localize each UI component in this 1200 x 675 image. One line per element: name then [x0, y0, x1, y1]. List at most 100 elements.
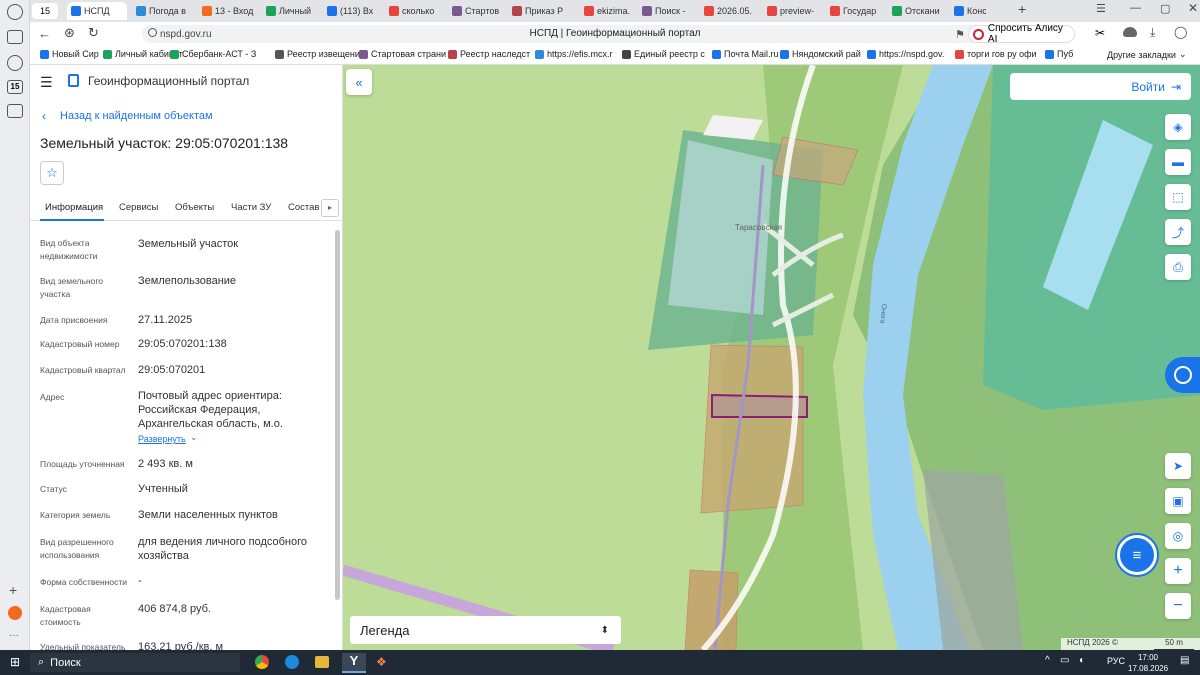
- tab-label: Личный: [279, 6, 312, 16]
- back-arrow-icon[interactable]: ←: [38, 26, 51, 41]
- tray-chevron-icon[interactable]: ^: [1045, 655, 1050, 666]
- measure-button[interactable]: ▬: [1165, 149, 1191, 175]
- bookmark-7[interactable]: Единый реестр с: [622, 49, 705, 59]
- taskbar-search[interactable]: ⌕ Поиск: [30, 653, 240, 672]
- search-location-button[interactable]: ◎: [1165, 523, 1191, 549]
- clock[interactable]: 17:00 17.08.2026: [1128, 652, 1168, 674]
- maximize-icon[interactable]: ▢: [1160, 2, 1170, 15]
- widget-tab[interactable]: [1165, 357, 1200, 393]
- tab-parts[interactable]: Части ЗУ: [231, 202, 271, 213]
- close-icon[interactable]: ✕: [1188, 1, 1198, 15]
- tab-0[interactable]: НСПД: [67, 2, 127, 20]
- locate-button[interactable]: ➤: [1165, 453, 1191, 479]
- window-menu-icon[interactable]: ☰: [1096, 2, 1106, 15]
- download-icon[interactable]: ⤓: [1150, 25, 1155, 40]
- browser-sidebar: 15 + ···: [0, 0, 30, 650]
- tab-4[interactable]: (113) Вх: [323, 2, 379, 20]
- bookmark-10[interactable]: https://nspd.gov.: [867, 49, 944, 59]
- legend-dropdown[interactable]: Легенда ⬍: [350, 616, 621, 644]
- tab-14[interactable]: Консоль: [950, 2, 986, 20]
- tab-services[interactable]: Сервисы: [119, 202, 158, 213]
- vpn-icon[interactable]: [1123, 27, 1137, 37]
- minimize-icon[interactable]: —: [1130, 2, 1141, 14]
- alice-icon: [973, 28, 984, 40]
- collections-icon[interactable]: [7, 30, 23, 44]
- reload-icon[interactable]: ↻: [88, 25, 99, 41]
- tab-7[interactable]: Приказ Р: [508, 2, 574, 20]
- back-link[interactable]: Назад к найденным объектам: [60, 110, 213, 122]
- language-indicator[interactable]: РУС: [1107, 656, 1125, 666]
- bookmark-2[interactable]: Сбербанк-АСТ - З: [170, 49, 256, 59]
- chat-button[interactable]: ≡: [1117, 535, 1157, 575]
- zoom-out-button[interactable]: −: [1165, 593, 1191, 619]
- bookmark-icon[interactable]: ⚑: [955, 28, 965, 41]
- bookmark-5[interactable]: Реестр наследст: [448, 49, 530, 59]
- tab-11[interactable]: preview-: [763, 2, 819, 20]
- tab-info[interactable]: Информация: [45, 202, 103, 213]
- collapse-panel-button[interactable]: «: [346, 69, 372, 95]
- tab-9[interactable]: Поиск -: [638, 2, 694, 20]
- tab-8[interactable]: ekizima.: [580, 2, 632, 20]
- tabs-counter-icon[interactable]: 15: [7, 80, 23, 94]
- tab-2[interactable]: 13 - Вход: [198, 2, 258, 20]
- tab-counter[interactable]: 15: [32, 3, 58, 19]
- tabs-scroll-right-icon[interactable]: ▸: [321, 199, 339, 217]
- select-area-button[interactable]: ⬚: [1165, 184, 1191, 210]
- tab-10[interactable]: 2026.05.: [700, 2, 756, 20]
- tab-6[interactable]: Стартов: [448, 2, 504, 20]
- alice-icon[interactable]: [8, 606, 22, 620]
- play-icon[interactable]: [7, 55, 23, 71]
- app-icon[interactable]: ❖: [376, 655, 387, 669]
- bookmark-8[interactable]: Почта Mail.ru: [712, 49, 779, 59]
- bookmark-12[interactable]: Пуб: [1045, 49, 1073, 59]
- field-label: Статус: [40, 484, 67, 494]
- extensions-icon[interactable]: ✂: [1095, 26, 1105, 40]
- favorite-button[interactable]: ☆: [40, 161, 64, 185]
- explorer-icon[interactable]: [315, 656, 329, 668]
- tab-12[interactable]: Государ: [826, 2, 882, 20]
- menu-icon[interactable]: ☰: [40, 74, 53, 91]
- bookmark-3[interactable]: Реестр извещени: [275, 49, 360, 59]
- chrome-icon[interactable]: [255, 655, 269, 669]
- ruler-icon: ▬: [1172, 155, 1184, 169]
- zoom-in-button[interactable]: +: [1165, 558, 1191, 584]
- tab-13[interactable]: Отскани: [888, 2, 944, 20]
- field-label: Удельный показатель: [40, 642, 126, 650]
- history-icon[interactable]: [7, 4, 23, 20]
- site-info-icon[interactable]: [148, 28, 157, 37]
- yandex-browser-icon[interactable]: Y: [342, 653, 366, 673]
- yandex-icon[interactable]: ⊛: [64, 25, 75, 41]
- tab-5[interactable]: сколько: [385, 2, 441, 20]
- bookmark-4[interactable]: Стартовая страни: [359, 49, 446, 59]
- tab-1[interactable]: Погода в: [132, 2, 192, 20]
- alice-button[interactable]: Спросить Алису AI: [968, 23, 1075, 45]
- share-button[interactable]: ⤴: [1165, 219, 1191, 245]
- windows-start-icon[interactable]: ⊞: [10, 655, 20, 669]
- expand-link[interactable]: Развернуть: [138, 434, 186, 444]
- url-field[interactable]: nspd.gov.ru: [142, 25, 1042, 43]
- tab-composition[interactable]: Состав: [288, 202, 319, 213]
- bookmark-0[interactable]: Новый Сир: [40, 49, 99, 59]
- bookmark-6[interactable]: https://efis.mcx.r: [535, 49, 613, 59]
- layers-button[interactable]: ◈: [1165, 114, 1191, 140]
- map-canvas[interactable]: Тарасовская Онега « Войти ⇥ ◈ ▬ ⬚ ⤴ ⎙ ➤ ▣…: [343, 65, 1200, 650]
- new-tab-button[interactable]: +: [1018, 1, 1026, 17]
- tab-3[interactable]: Личный: [262, 2, 318, 20]
- more-icon[interactable]: ···: [9, 630, 19, 641]
- tab-objects[interactable]: Объекты: [175, 202, 214, 213]
- notifications-icon[interactable]: ▤: [1180, 655, 1189, 666]
- chevron-down-icon[interactable]: ⌄: [190, 432, 198, 443]
- bookmark-11[interactable]: торги гов ру офи: [955, 49, 1037, 59]
- bookmark-9[interactable]: Няндомский рай: [780, 49, 861, 59]
- print-button[interactable]: ⎙: [1165, 254, 1191, 280]
- screenshot-icon[interactable]: [7, 104, 23, 118]
- add-panel-icon[interactable]: +: [9, 582, 17, 598]
- other-bookmarks[interactable]: Другие закладки ⌄: [1107, 49, 1187, 60]
- panel-scrollbar[interactable]: [335, 230, 340, 600]
- edge-icon[interactable]: [285, 655, 299, 669]
- minimap-button[interactable]: ▣: [1165, 488, 1191, 514]
- login-button[interactable]: Войти ⇥: [1010, 73, 1191, 100]
- account-icon[interactable]: ◯: [1174, 25, 1187, 39]
- volume-icon[interactable]: ◖: [1078, 655, 1084, 666]
- network-icon[interactable]: ▭: [1060, 655, 1069, 666]
